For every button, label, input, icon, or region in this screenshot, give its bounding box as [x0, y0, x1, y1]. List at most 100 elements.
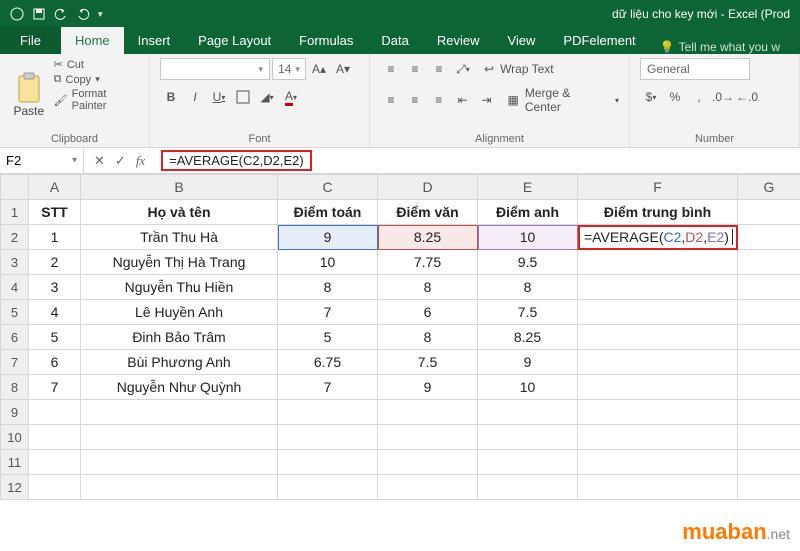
cell[interactable]: =AVERAGE(C2,D2,E2) [578, 225, 738, 250]
column-header[interactable]: C [278, 175, 378, 200]
cell[interactable]: 7.5 [478, 300, 578, 325]
cell[interactable] [578, 275, 738, 300]
cell[interactable] [578, 325, 738, 350]
merge-center-button[interactable]: ▦Merge & Center▾ [508, 86, 620, 114]
cell[interactable] [29, 400, 81, 425]
cell[interactable] [738, 250, 800, 275]
align-right-icon[interactable]: ≡ [428, 89, 450, 111]
column-header[interactable]: D [378, 175, 478, 200]
cell[interactable] [578, 425, 738, 450]
tab-review[interactable]: Review [423, 27, 494, 54]
tab-page-layout[interactable]: Page Layout [184, 27, 285, 54]
cell[interactable] [578, 400, 738, 425]
align-bottom-icon[interactable]: ≡ [428, 58, 450, 80]
cell[interactable] [81, 425, 278, 450]
fx-icon[interactable]: fx [136, 153, 145, 169]
cell[interactable] [278, 400, 378, 425]
cell[interactable]: 1 [29, 225, 81, 250]
wrap-text-button[interactable]: ↩Wrap Text [484, 62, 554, 76]
cell[interactable]: 6 [29, 350, 81, 375]
cell[interactable] [738, 200, 800, 225]
cell[interactable]: Nguyễn Như Quỳnh [81, 375, 278, 400]
cell[interactable] [378, 475, 478, 500]
number-format-combo[interactable]: General [640, 58, 750, 80]
row-header[interactable]: 7 [1, 350, 29, 375]
cell[interactable]: 9 [278, 225, 378, 250]
cell[interactable]: Họ và tên [81, 200, 278, 225]
row-header[interactable]: 8 [1, 375, 29, 400]
enter-icon[interactable]: ✓ [115, 153, 126, 169]
cell[interactable]: 8 [478, 275, 578, 300]
cell[interactable] [478, 475, 578, 500]
row-header[interactable]: 11 [1, 450, 29, 475]
tab-formulas[interactable]: Formulas [285, 27, 367, 54]
decrease-decimal-icon[interactable]: ←.0 [736, 86, 758, 108]
border-button[interactable] [232, 86, 254, 108]
decrease-font-icon[interactable]: A▾ [332, 58, 354, 80]
cell[interactable] [578, 300, 738, 325]
paste-button[interactable]: Paste [10, 58, 48, 131]
cell[interactable] [738, 325, 800, 350]
undo-icon[interactable] [54, 7, 68, 21]
cell[interactable] [578, 450, 738, 475]
worksheet[interactable]: ABCDEFG1STTHọ và tênĐiểm toánĐiểm vănĐiể… [0, 174, 800, 500]
cell[interactable] [81, 400, 278, 425]
cell[interactable] [378, 425, 478, 450]
cell[interactable]: 7 [29, 375, 81, 400]
cell[interactable] [81, 475, 278, 500]
column-header[interactable]: A [29, 175, 81, 200]
row-header[interactable]: 9 [1, 400, 29, 425]
row-header[interactable]: 6 [1, 325, 29, 350]
cell[interactable]: Điểm trung bình [578, 200, 738, 225]
increase-decimal-icon[interactable]: .0→ [712, 86, 734, 108]
align-left-icon[interactable]: ≡ [380, 89, 402, 111]
cell[interactable]: 10 [278, 250, 378, 275]
cell[interactable] [578, 250, 738, 275]
cell[interactable]: 8.25 [478, 325, 578, 350]
cell[interactable]: 6.75 [278, 350, 378, 375]
font-size-combo[interactable]: 14▾ [272, 58, 306, 80]
tab-file[interactable]: File [0, 27, 61, 54]
fill-color-button[interactable]: ◢▾ [256, 86, 278, 108]
cell[interactable]: 8 [378, 275, 478, 300]
tell-me[interactable]: 💡 Tell me what you w [660, 40, 780, 54]
row-header[interactable]: 3 [1, 250, 29, 275]
cell[interactable]: Trần Thu Hà [81, 225, 278, 250]
save-icon[interactable] [32, 7, 46, 21]
cell[interactable] [738, 450, 800, 475]
decrease-indent-icon[interactable]: ⇤ [452, 89, 474, 111]
cell[interactable] [738, 475, 800, 500]
row-header[interactable]: 10 [1, 425, 29, 450]
qat-customize-icon[interactable]: ▾ [98, 9, 103, 20]
cell[interactable]: Nguyễn Thị Hà Trang [81, 250, 278, 275]
select-all-corner[interactable] [1, 175, 29, 200]
orientation-icon[interactable]: ⤢▾ [452, 58, 474, 80]
cell[interactable] [378, 400, 478, 425]
align-top-icon[interactable]: ≡ [380, 58, 402, 80]
cell[interactable] [478, 400, 578, 425]
column-header[interactable]: E [478, 175, 578, 200]
cell[interactable] [738, 425, 800, 450]
cell[interactable] [738, 275, 800, 300]
cell[interactable] [278, 425, 378, 450]
formula-bar[interactable]: =AVERAGE(C2,D2,E2) [155, 148, 800, 173]
cell[interactable]: 9 [378, 375, 478, 400]
row-header[interactable]: 1 [1, 200, 29, 225]
cell[interactable] [578, 375, 738, 400]
tab-view[interactable]: View [493, 27, 549, 54]
cell[interactable]: Đinh Bảo Trâm [81, 325, 278, 350]
increase-font-icon[interactable]: A▴ [308, 58, 330, 80]
cut-button[interactable]: ✂Cut [54, 58, 139, 71]
cell[interactable]: Điểm anh [478, 200, 578, 225]
cell[interactable] [738, 375, 800, 400]
cell[interactable] [578, 350, 738, 375]
cell[interactable] [478, 425, 578, 450]
increase-indent-icon[interactable]: ⇥ [476, 89, 498, 111]
column-header[interactable]: B [81, 175, 278, 200]
format-painter-button[interactable]: 🖌Format Painter [54, 88, 139, 112]
tab-pdfelement[interactable]: PDFelement [549, 27, 649, 54]
cell[interactable]: 7.75 [378, 250, 478, 275]
row-header[interactable]: 12 [1, 475, 29, 500]
name-box[interactable]: F2 ▾ [0, 148, 84, 173]
cell[interactable]: 8.25 [378, 225, 478, 250]
